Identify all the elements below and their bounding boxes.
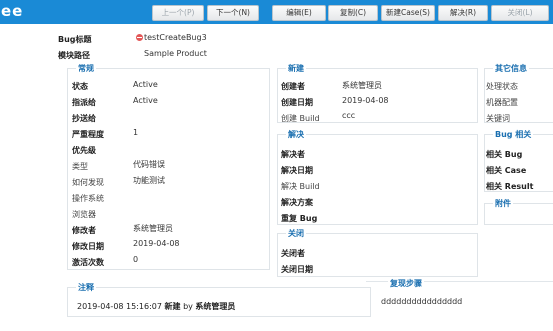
- field-label: 激活次数: [72, 258, 104, 267]
- edited-by-value: 系统管理员: [133, 224, 173, 233]
- repro-legend: 复现步骤: [388, 278, 424, 289]
- field-label: 浏览器: [72, 210, 96, 219]
- field-label: 操作系统: [72, 194, 104, 203]
- history-action: 新建: [164, 302, 181, 311]
- field-label: 优先级: [72, 146, 96, 155]
- field-label: 状态: [72, 82, 88, 91]
- field-label: 解决 Build: [281, 182, 320, 191]
- edited-date-value: 2019-04-08: [133, 239, 180, 248]
- created-by-value: 系统管理员: [342, 81, 382, 90]
- found-how-value: 功能测试: [133, 176, 165, 185]
- field-label: 解决方案: [281, 198, 313, 207]
- field-label: 修改者: [72, 226, 96, 235]
- field-label: 解决日期: [281, 166, 313, 175]
- next-button[interactable]: 下一个(N): [207, 5, 259, 21]
- bug-title-label: Bug标题: [58, 35, 92, 44]
- edit-button[interactable]: 编辑(E): [272, 5, 326, 21]
- field-label: 创建 Build: [281, 114, 320, 123]
- module-path-label: 模块路径: [58, 51, 90, 60]
- field-label: 严重程度: [72, 130, 104, 139]
- field-label: 如何发现: [72, 178, 104, 187]
- module-path-value: Sample Product: [144, 49, 207, 58]
- field-label: 指派给: [72, 98, 96, 107]
- field-label: 关闭日期: [281, 265, 313, 274]
- status-value: Active: [133, 80, 158, 89]
- severity-value: 1: [133, 128, 139, 137]
- resolve-button[interactable]: 解决(R): [438, 5, 488, 21]
- activated-count-value: 0: [133, 255, 139, 264]
- other-info-legend: 其它信息: [493, 63, 529, 74]
- field-label: 相关 Result: [486, 182, 534, 191]
- history-time: 2019-04-08 15:16:07: [77, 302, 162, 311]
- field-label: 机器配置: [486, 98, 518, 107]
- resolve-legend: 解决: [286, 129, 306, 140]
- top-bar: ee 上一个(P) 下一个(N) 编辑(E) 复制(C) 新建Case(S) 解…: [0, 0, 553, 24]
- field-label: 抄送给: [72, 114, 96, 123]
- field-label: 解决者: [281, 150, 305, 159]
- field-label: 创建者: [281, 82, 305, 91]
- general-legend: 常规: [76, 63, 96, 74]
- bug-related-legend: Bug 相关: [493, 129, 534, 140]
- brand-logo: ee: [1, 2, 24, 20]
- resolve-section: 解决: [277, 129, 478, 225]
- attachments-section: 附件: [484, 198, 553, 225]
- field-label: 修改日期: [72, 242, 104, 251]
- new-case-button[interactable]: 新建Case(S): [381, 5, 435, 21]
- bug-title-value: testCreateBug3: [144, 33, 207, 42]
- bug-icon: [136, 34, 143, 41]
- field-label: 相关 Bug: [486, 150, 523, 159]
- type-value: 代码错误: [133, 160, 165, 169]
- field-label: 类型: [72, 162, 88, 171]
- field-label: 处理状态: [486, 82, 518, 91]
- field-label: 关闭者: [281, 249, 305, 258]
- history-entry: 2019-04-08 15:16:07 新建 by 系统管理员: [77, 301, 235, 312]
- prev-button[interactable]: 上一个(P): [152, 5, 204, 21]
- notes-legend: 注释: [76, 282, 96, 293]
- field-label: 关键词: [486, 114, 510, 123]
- close-button[interactable]: 关闭(L): [491, 5, 549, 21]
- new-legend: 新建: [286, 63, 306, 74]
- repro-content: dddddddddddddddd: [381, 297, 463, 306]
- close-legend: 关闭: [286, 228, 306, 239]
- copy-button[interactable]: 复制(C): [328, 5, 378, 21]
- history-user: 系统管理员: [195, 302, 236, 311]
- created-date-value: 2019-04-08: [342, 96, 389, 105]
- field-label: 创建日期: [281, 98, 313, 107]
- history-by: by: [183, 302, 193, 311]
- field-label: 重复 Bug: [281, 214, 318, 223]
- created-build-value: ccc: [342, 111, 356, 120]
- field-label: 相关 Case: [486, 166, 527, 175]
- assigned-to-value: Active: [133, 96, 158, 105]
- attachments-legend: 附件: [493, 198, 513, 209]
